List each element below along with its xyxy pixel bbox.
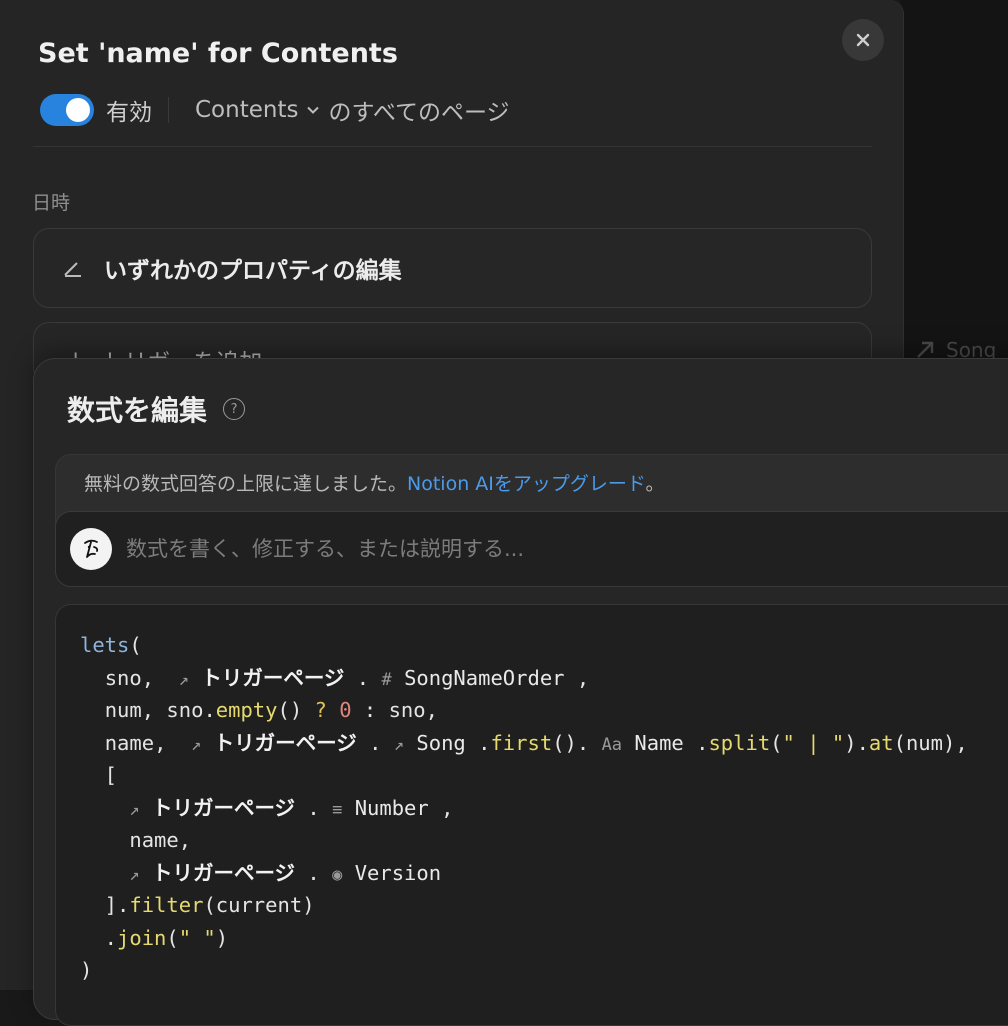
number-prop-icon: #: [381, 669, 392, 690]
relation-arrow-icon: ↗: [129, 864, 140, 885]
status-row: 有効 Contents のすべてのページ: [40, 92, 509, 128]
code-function: empty: [215, 698, 278, 722]
relation-arrow-icon: ↗: [129, 799, 140, 820]
code-line: .join(" "): [80, 925, 229, 950]
ai-assist-box: 無料の数式回答の上限に達しました。Notion AIをアップグレード。: [55, 454, 1008, 587]
code-function: at: [868, 730, 894, 755]
property-token[interactable]: Number: [355, 796, 429, 820]
enabled-toggle[interactable]: [40, 94, 94, 126]
text-prop-icon: ≡: [332, 799, 343, 820]
edit-pencil-icon: [62, 257, 84, 279]
code-number: 0: [339, 698, 352, 722]
property-token[interactable]: Version: [355, 861, 441, 885]
trigger-page-token[interactable]: トリガーページ: [152, 796, 295, 820]
ai-limit-end: 。: [645, 473, 665, 495]
code-line: name,: [129, 828, 192, 852]
code-var: current: [215, 893, 303, 917]
code-line: [: [80, 763, 118, 787]
toggle-knob: [66, 98, 90, 122]
close-button[interactable]: [842, 19, 884, 61]
property-token[interactable]: Song: [416, 731, 465, 755]
trigger-page-token[interactable]: トリガーページ: [214, 731, 357, 755]
code-var: num: [905, 730, 943, 755]
trigger-label: いずれかのプロパティの編集: [104, 258, 402, 284]
code-line: ].filter(current): [80, 893, 315, 917]
ai-formula-input[interactable]: [124, 536, 928, 562]
code-var: num: [104, 698, 142, 722]
scope-text: のすべてのページ: [328, 100, 510, 126]
notion-ai-avatar-icon: [70, 528, 112, 570]
code-line: num, sno.empty() ? 0 : sno,: [104, 698, 438, 722]
relation-arrow-icon: ↗: [191, 734, 202, 755]
title-prop-icon: Aa: [601, 734, 623, 755]
panel-title: Set 'name' for Contents: [38, 38, 398, 69]
upgrade-ai-link[interactable]: Notion AIをアップグレード: [407, 473, 646, 495]
code-string: " | ": [782, 730, 845, 755]
relation-arrow-icon: ↗: [393, 734, 405, 755]
code-function: join: [117, 925, 167, 950]
help-icon[interactable]: ?: [223, 398, 246, 420]
close-icon: [856, 33, 870, 47]
trigger-page-token[interactable]: トリガーページ: [201, 666, 344, 690]
database-selector[interactable]: Contents: [195, 97, 328, 123]
ai-input-wrapper: [55, 511, 1008, 587]
code-keyword-lets: lets: [80, 633, 130, 657]
code-function: first: [490, 730, 553, 755]
code-var: sno: [166, 698, 204, 722]
code-function: split: [708, 730, 771, 755]
toggle-label: 有効: [106, 100, 152, 126]
trigger-card[interactable]: いずれかのプロパティの編集: [33, 228, 872, 308]
code-var: sno: [388, 698, 426, 722]
database-name: Contents: [195, 97, 299, 123]
property-token[interactable]: Name: [634, 731, 683, 755]
editor-title: 数式を編集: [67, 394, 208, 427]
code-function: filter: [129, 893, 204, 917]
editor-header: 数式を編集 ?: [67, 389, 246, 429]
code-line: ↗ トリガーページ . ≡ Number ,: [129, 795, 454, 820]
ai-limit-message: 無料の数式回答の上限に達しました。Notion AIをアップグレード。: [84, 469, 665, 496]
select-prop-icon: ◉: [332, 864, 343, 885]
code-line: ↗ トリガーページ . ◉ Version: [129, 860, 442, 885]
code-line: name, ↗ トリガーページ . ↗ Song .first(). Aa Na…: [104, 730, 968, 755]
code-line: sno, ↗ トリガーページ . # SongNameOrder ,: [104, 665, 590, 690]
ai-limit-text: 無料の数式回答の上限に達しました。: [84, 473, 408, 495]
formula-code-editor[interactable]: lets( sno, ↗ トリガーページ . # SongNameOrder ,…: [55, 604, 1008, 1026]
code-operator: ?: [314, 698, 327, 722]
code-line: lets(: [80, 633, 142, 657]
property-token[interactable]: SongNameOrder: [404, 666, 564, 690]
section-label: 日時: [32, 192, 71, 214]
trigger-page-token[interactable]: トリガーページ: [152, 861, 295, 885]
code-string: " ": [178, 925, 216, 950]
chevron-down-icon: [307, 106, 320, 114]
code-var: sno: [104, 665, 142, 690]
formula-editor: 数式を編集 ? 無料の数式回答の上限に達しました。Notion AIをアップグレ…: [33, 358, 1008, 1026]
code-line: ): [80, 958, 93, 982]
code-var: name: [104, 730, 155, 755]
code-var: name: [129, 828, 179, 852]
vertical-divider: [168, 97, 169, 123]
relation-arrow-icon: ↗: [178, 669, 189, 690]
formula-code[interactable]: lets( sno, ↗ トリガーページ . # SongNameOrder ,…: [80, 629, 968, 987]
header-divider: [33, 146, 872, 147]
